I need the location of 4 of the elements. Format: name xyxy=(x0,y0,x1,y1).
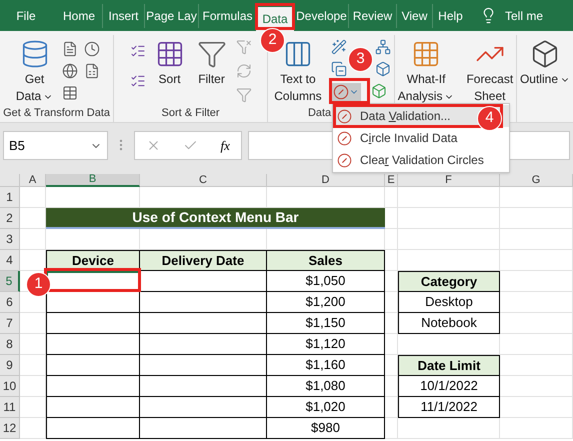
ribbon-group-label: Data xyxy=(308,106,332,122)
sheet-title: Use of Context Menu Bar xyxy=(46,208,385,229)
ribbon-group-label: Sort & Filter xyxy=(161,106,220,121)
ribbon-group-label: Get & Transform Data xyxy=(3,106,110,122)
